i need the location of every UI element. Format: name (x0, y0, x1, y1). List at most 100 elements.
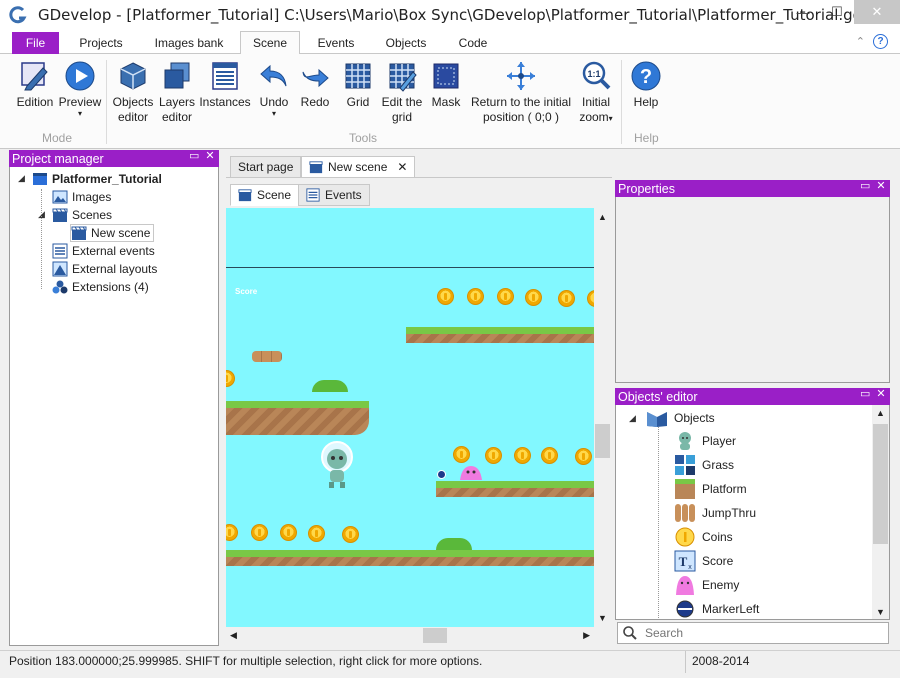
tab-start-page[interactable]: Start page (230, 156, 302, 178)
coin-object[interactable] (497, 288, 514, 305)
object-item-player[interactable]: Player (674, 430, 736, 452)
edition-button[interactable]: Edition (14, 60, 56, 110)
objects-vertical-scrollbar[interactable]: ▲ ▼ (872, 405, 889, 619)
grass-decoration[interactable] (312, 380, 348, 392)
float-panel-icon[interactable]: ▭ (860, 181, 870, 192)
tree-item-external-events[interactable]: External events (52, 242, 155, 260)
coin-object[interactable] (575, 448, 592, 465)
object-item-jumpthru[interactable]: JumpThru (674, 502, 756, 524)
mask-button[interactable]: Mask (428, 60, 464, 110)
tab-images-bank[interactable]: Images bank (142, 31, 236, 54)
collapse-arrow-icon[interactable]: ◢ (18, 173, 25, 184)
objects-root[interactable]: Objects (646, 408, 715, 428)
object-item-markerleft[interactable]: MarkerLeft (674, 598, 759, 619)
objects-editor-button[interactable]: Objects editor (111, 60, 155, 125)
jumpthru-object[interactable] (252, 351, 282, 362)
coin-object[interactable] (308, 525, 325, 542)
enemy-object[interactable] (458, 464, 484, 480)
return-initial-position-button[interactable]: Return to the initial position ( 0;0 ) (466, 60, 576, 125)
coin-object[interactable] (226, 524, 238, 541)
coin-object[interactable] (514, 447, 531, 464)
coin-object[interactable] (251, 524, 268, 541)
scroll-left-icon[interactable]: ◀ (230, 630, 237, 641)
scene-vertical-scrollbar[interactable]: ▲ ▼ (594, 208, 611, 627)
platform-object[interactable] (226, 550, 594, 566)
float-panel-icon[interactable]: ▭ (189, 151, 199, 162)
close-panel-icon[interactable]: ✕ (876, 389, 886, 400)
undo-button[interactable]: Undo ▾ (256, 60, 292, 118)
coin-object[interactable] (342, 526, 359, 543)
coin-object[interactable] (467, 288, 484, 305)
tab-new-scene[interactable]: New scene ✕ (301, 156, 416, 178)
close-tab-icon[interactable]: ✕ (397, 160, 407, 174)
object-item-coins[interactable]: Coins (674, 526, 733, 548)
undo-dropdown-icon[interactable]: ▾ (272, 110, 276, 118)
coin-object[interactable] (453, 446, 470, 463)
collapse-arrow-icon[interactable]: ◢ (629, 413, 636, 424)
scroll-up-icon[interactable]: ▲ (876, 408, 885, 418)
coin-object[interactable] (558, 290, 575, 307)
tree-item-images[interactable]: Images (52, 188, 111, 206)
scroll-down-icon[interactable]: ▼ (598, 613, 607, 623)
coin-object[interactable] (280, 524, 297, 541)
platform-object[interactable] (406, 327, 594, 343)
grid-button[interactable]: Grid (340, 60, 376, 110)
tree-item-extensions[interactable]: Extensions (4) (52, 278, 149, 296)
coin-object[interactable] (525, 289, 542, 306)
tree-item-scenes[interactable]: Scenes (52, 206, 112, 224)
tree-item-project[interactable]: Platformer_Tutorial (32, 170, 162, 188)
scroll-down-icon[interactable]: ▼ (876, 607, 885, 617)
coin-object[interactable] (226, 370, 235, 387)
object-item-score[interactable]: Tx Score (674, 550, 733, 572)
coin-object[interactable] (541, 447, 558, 464)
objects-search-box[interactable] (617, 622, 889, 644)
tab-events[interactable]: Events (306, 31, 366, 54)
coin-object[interactable] (485, 447, 502, 464)
redo-button[interactable]: Redo (298, 60, 332, 110)
help-icon[interactable]: ? (873, 34, 888, 49)
scrollbar-thumb[interactable] (873, 424, 888, 544)
score-text-object[interactable]: Score (235, 287, 257, 296)
tab-code[interactable]: Code (446, 31, 500, 54)
float-panel-icon[interactable]: ▭ (860, 389, 870, 400)
tree-item-external-layouts[interactable]: External layouts (52, 260, 157, 278)
close-panel-icon[interactable]: ✕ (876, 181, 886, 192)
scroll-right-icon[interactable]: ▶ (583, 630, 590, 641)
minimize-button[interactable]: — (786, 0, 820, 24)
scrollbar-thumb[interactable] (595, 424, 610, 458)
search-input[interactable] (645, 626, 865, 640)
coin-object[interactable] (437, 288, 454, 305)
preview-button[interactable]: Preview ▾ (58, 60, 102, 118)
instances-button[interactable]: Instances (199, 60, 251, 110)
object-item-grass[interactable]: Grass (674, 454, 734, 476)
close-button[interactable]: ✕ (854, 0, 900, 24)
layers-editor-button[interactable]: Layers editor (157, 60, 197, 125)
coin-object[interactable] (587, 290, 594, 307)
edit-grid-button[interactable]: Edit the grid (380, 60, 424, 125)
platform-object[interactable] (226, 401, 369, 435)
scene-horizontal-scrollbar[interactable]: ◀ ▶ (226, 627, 594, 644)
object-item-enemy[interactable]: Enemy (674, 574, 739, 596)
marker-left-object[interactable] (437, 470, 446, 479)
zoom-dropdown-icon[interactable]: ▾ (609, 114, 613, 123)
close-panel-icon[interactable]: ✕ (205, 151, 215, 162)
player-object[interactable] (320, 440, 354, 490)
grass-decoration[interactable] (436, 538, 472, 550)
tab-events-view[interactable]: Events (298, 184, 370, 206)
tree-item-new-scene[interactable]: New scene (70, 224, 155, 242)
scene-canvas[interactable]: Score (226, 208, 594, 627)
collapse-ribbon-icon[interactable]: ⌃ (856, 35, 865, 48)
tab-projects[interactable]: Projects (68, 31, 134, 54)
preview-dropdown-icon[interactable]: ▾ (78, 110, 82, 118)
tab-objects[interactable]: Objects (376, 31, 436, 54)
help-button[interactable]: ? Help (628, 60, 664, 110)
scroll-up-icon[interactable]: ▲ (598, 212, 607, 222)
scrollbar-thumb[interactable] (423, 628, 447, 643)
tab-scene-view[interactable]: Scene (230, 184, 300, 206)
object-item-platform[interactable]: Platform (674, 478, 747, 500)
initial-zoom-button[interactable]: 1:1 Initial zoom▾ (576, 60, 616, 125)
platform-object[interactable] (436, 481, 594, 497)
tab-scene[interactable]: Scene (240, 31, 300, 55)
maximize-button[interactable]: ☐ (820, 0, 854, 24)
tab-file[interactable]: File (12, 32, 59, 54)
